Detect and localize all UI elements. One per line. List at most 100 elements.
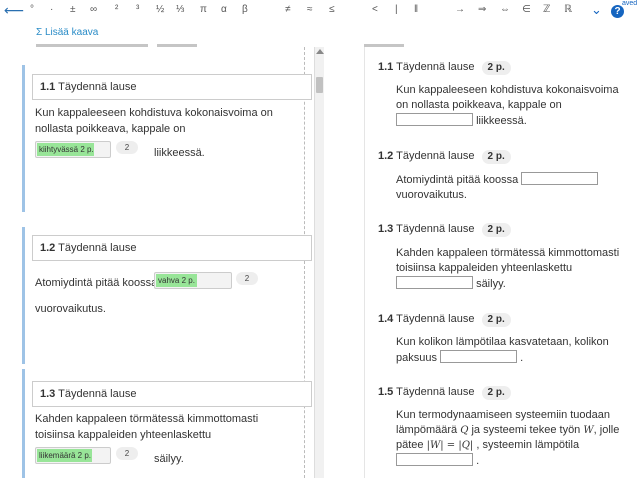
preview-answer-input[interactable] xyxy=(396,276,473,289)
answer-value: liikemäärä 2 p. xyxy=(37,449,92,462)
points-badge: 2 p. xyxy=(481,150,511,164)
points-badge: 2 p. xyxy=(481,313,511,327)
question-marker xyxy=(22,369,25,478)
symbol-alpha[interactable]: α xyxy=(221,4,227,15)
preview-question-text: Kun kappaleeseen kohdistuva kokonaisvoim… xyxy=(396,83,621,129)
preview-text-before: Kahden kappaleen törmätessä kimmottomast… xyxy=(396,247,620,274)
points-badge: 2 p. xyxy=(481,223,511,237)
preview-question-label: Täydennä lause xyxy=(396,150,475,162)
answer-field[interactable]: kiihtyvässä 2 p. xyxy=(35,141,111,158)
question-number: 1.3 xyxy=(40,388,56,400)
preview-text-before: Kun kappaleeseen kohdistuva kokonaisvoim… xyxy=(396,84,619,111)
points-badge: 2 p. xyxy=(481,61,511,75)
editor-margin-line xyxy=(304,47,305,478)
symbol-iff[interactable]: ⇔ xyxy=(500,4,510,15)
pane-divider xyxy=(324,24,364,478)
symbol-right-arrow[interactable]: → xyxy=(455,4,465,15)
preview-text-after: liikkeessä. xyxy=(476,115,527,127)
symbol-degree[interactable]: ° xyxy=(30,4,34,15)
question-marker xyxy=(22,227,25,364)
symbol-integers[interactable]: ℤ xyxy=(543,4,550,15)
question-title: Täydennä lause xyxy=(58,388,137,400)
saved-status: aved xyxy=(622,0,638,7)
question-text[interactable]: Kun kappaleeseen kohdistuva kokonaisvoim… xyxy=(35,105,285,137)
math-equation: |W| = |Q| xyxy=(426,440,474,451)
symbol-less-equal[interactable]: ≤ xyxy=(329,4,335,15)
symbol-less[interactable]: < xyxy=(372,4,378,15)
preview-question-label: Täydennä lause xyxy=(396,386,475,398)
preview-question-number: 1.3 xyxy=(378,223,394,235)
preview-answer-input[interactable] xyxy=(396,453,473,466)
preview-question-number: 1.2 xyxy=(378,150,394,162)
question-marker xyxy=(22,65,25,212)
symbol-cubed[interactable]: ³ xyxy=(136,4,139,15)
symbol-toolbar: ⟵ ° · ± ∞ ² ³ ½ ⅓ π α β ≠ ≈ ≤ < | ‖ → ⇒ … xyxy=(0,0,639,24)
question-title-box[interactable]: 1.1 Täydennä lause xyxy=(32,74,312,100)
question-text[interactable]: Atomiydintä pitää koossa xyxy=(35,275,160,291)
scroll-thumb[interactable] xyxy=(316,77,323,93)
symbol-bar[interactable]: | xyxy=(395,4,398,15)
symbol-dot[interactable]: · xyxy=(50,4,53,15)
answer-value: kiihtyvässä 2 p. xyxy=(37,143,94,156)
symbol-half[interactable]: ½ xyxy=(156,4,164,15)
preview-question-number: 1.4 xyxy=(378,313,394,325)
preview-question-text: Kahden kappaleen törmätessä kimmottomast… xyxy=(396,246,621,292)
preview-answer-input[interactable] xyxy=(521,172,599,185)
preview-question-label: Täydennä lause xyxy=(396,223,475,235)
symbol-pi[interactable]: π xyxy=(200,4,207,15)
preview-text-after: . xyxy=(476,455,480,467)
preview-question-number: 1.1 xyxy=(378,61,394,73)
preview-question-number: 1.5 xyxy=(378,386,394,398)
preview-text-after: vuorovaikutus. xyxy=(396,189,467,201)
question-number: 1.1 xyxy=(40,81,56,93)
answer-field[interactable]: vahva 2 p. xyxy=(154,272,232,289)
math-q: Q xyxy=(460,425,469,436)
symbol-infinity[interactable]: ∞ xyxy=(90,4,97,15)
preview-question-title: 1.3 Täydennä lause 2 p. xyxy=(378,222,511,237)
symbol-beta[interactable]: β xyxy=(242,4,248,15)
answer-field[interactable]: liikemäärä 2 p. xyxy=(35,447,111,464)
preview-answer-input[interactable] xyxy=(396,113,473,126)
symbol-third[interactable]: ⅓ xyxy=(176,4,184,15)
symbol-double-bar[interactable]: ‖ xyxy=(414,4,418,15)
question-title-box[interactable]: 1.3 Täydennä lause xyxy=(32,381,312,407)
preview-text-after: . xyxy=(520,352,524,364)
question-title: Täydennä lause xyxy=(58,242,137,254)
symbol-not-equal[interactable]: ≠ xyxy=(285,4,291,15)
preview-text-2: ja systeemi tekee työn xyxy=(471,424,581,436)
preview-question-title: 1.4 Täydennä lause 2 p. xyxy=(378,312,511,327)
preview-text-after: säilyy. xyxy=(476,278,506,290)
symbol-approx[interactable]: ≈ xyxy=(307,4,313,15)
points-badge: 2 p. xyxy=(481,386,511,400)
scroll-up-icon[interactable] xyxy=(316,49,324,54)
preview-text-4: , systeemin lämpötila xyxy=(476,439,580,451)
question-text-after[interactable]: liikkeessä. xyxy=(154,145,254,161)
editor-pane: 1.1 Täydennä lause Kun kappaleeseen kohd… xyxy=(0,47,324,478)
chevron-down-icon[interactable]: ⌄ xyxy=(591,2,602,18)
preview-question-text: Kun kolikon lämpötilaa kasvatetaan, koli… xyxy=(396,335,621,366)
symbol-plusminus[interactable]: ± xyxy=(70,4,76,15)
symbol-squared[interactable]: ² xyxy=(115,4,118,15)
score-badge[interactable]: 2 xyxy=(236,272,258,285)
question-text-after[interactable]: säilyy. xyxy=(154,451,254,467)
preview-question-label: Täydennä lause xyxy=(396,61,475,73)
preview-answer-input[interactable] xyxy=(440,350,518,363)
symbol-reals[interactable]: ℝ xyxy=(564,4,572,15)
question-title-box[interactable]: 1.2 Täydennä lause xyxy=(32,235,312,261)
score-badge[interactable]: 2 xyxy=(116,447,138,460)
question-text-after[interactable]: vuorovaikutus. xyxy=(35,301,285,317)
score-badge[interactable]: 2 xyxy=(116,141,138,154)
preview-pane: 1.1 Täydennä lause 2 p. Kun kappaleeseen… xyxy=(364,47,639,478)
arrow-left-icon[interactable]: ⟵ xyxy=(4,2,24,19)
preview-question-label: Täydennä lause xyxy=(396,313,475,325)
question-text[interactable]: Kahden kappaleen törmätessä kimmottomast… xyxy=(35,411,285,443)
add-formula-button[interactable]: Σ Lisää kaava xyxy=(36,27,98,38)
symbol-implies[interactable]: ⇒ xyxy=(478,4,486,15)
preview-question-title: 1.1 Täydennä lause 2 p. xyxy=(378,60,511,75)
editor-scrollbar[interactable] xyxy=(314,47,324,478)
symbol-element-of[interactable]: ∈ xyxy=(522,4,531,15)
preview-text-before: Atomiydintä pitää koossa xyxy=(396,174,519,186)
preview-question-text: Atomiydintä pitää koossa vuorovaikutus. xyxy=(396,172,621,203)
question-number: 1.2 xyxy=(40,242,56,254)
question-title: Täydennä lause xyxy=(58,81,137,93)
